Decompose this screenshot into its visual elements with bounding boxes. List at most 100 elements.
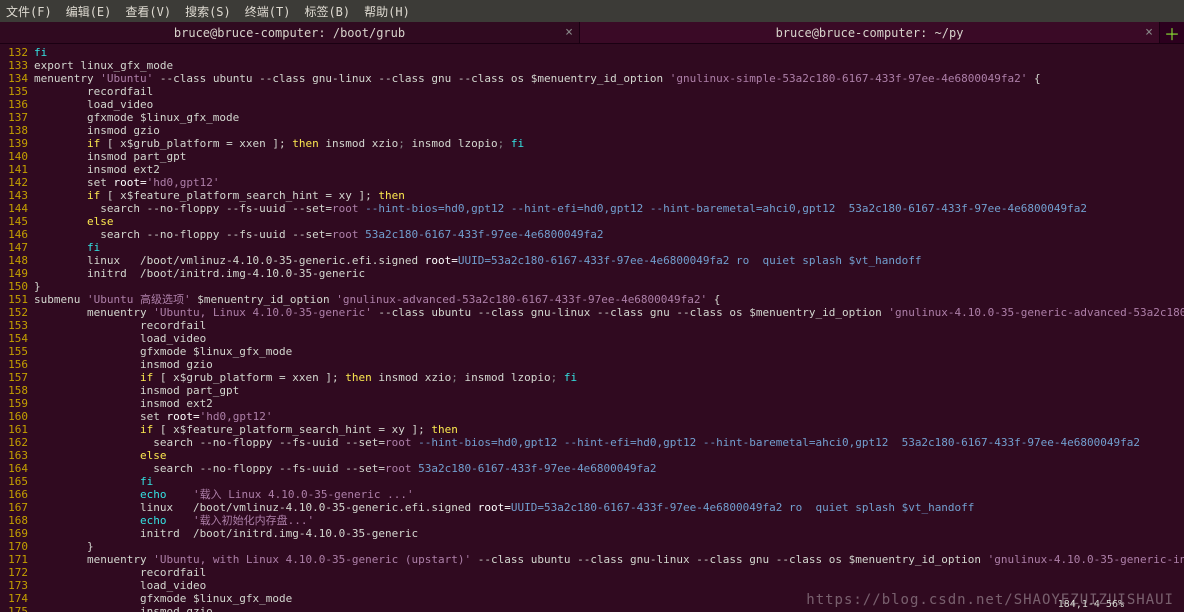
code-line: 163 else <box>0 449 1180 462</box>
code-line: 169 initrd /boot/initrd.img-4.10.0-35-ge… <box>0 527 1180 540</box>
tab-title: bruce@bruce-computer: /boot/grub <box>174 26 405 40</box>
line-number: 135 <box>0 85 28 98</box>
code-line: 134menuentry 'Ubuntu' --class ubuntu --c… <box>0 72 1180 85</box>
line-number: 133 <box>0 59 28 72</box>
watermark: https://blog.csdn.net/SHAOYEZUIZUISHAUI <box>806 592 1174 608</box>
menu-item[interactable]: 搜索(S) <box>185 3 231 20</box>
code-line: 145 else <box>0 215 1180 228</box>
line-number: 170 <box>0 540 28 553</box>
close-icon[interactable]: × <box>1145 25 1153 40</box>
tabbar: bruce@bruce-computer: /boot/grub×bruce@b… <box>0 22 1184 44</box>
code-line: 147 fi <box>0 241 1180 254</box>
code-line: 150} <box>0 280 1180 293</box>
menu-item[interactable]: 帮助(H) <box>364 3 410 20</box>
line-number: 156 <box>0 358 28 371</box>
code-line: 137 gfxmode $linux_gfx_mode <box>0 111 1180 124</box>
terminal-tab[interactable]: bruce@bruce-computer: ~/py × <box>580 22 1160 43</box>
code-line: 146 search --no-floppy --fs-uuid --set=r… <box>0 228 1180 241</box>
code-line: 149 initrd /boot/initrd.img-4.10.0-35-ge… <box>0 267 1180 280</box>
code-line: 141 insmod ext2 <box>0 163 1180 176</box>
code-line: 138 insmod gzio <box>0 124 1180 137</box>
code-line: 157 if [ x$grub_platform = xxen ]; then … <box>0 371 1180 384</box>
line-number: 144 <box>0 202 28 215</box>
line-number: 164 <box>0 462 28 475</box>
code-line: 144 search --no-floppy --fs-uuid --set=r… <box>0 202 1180 215</box>
code-line: 165 fi <box>0 475 1180 488</box>
menu-item[interactable]: 终端(T) <box>245 3 291 20</box>
line-number: 171 <box>0 553 28 566</box>
code-line: 156 insmod gzio <box>0 358 1180 371</box>
line-number: 162 <box>0 436 28 449</box>
line-number: 150 <box>0 280 28 293</box>
code-line: 152 menuentry 'Ubuntu, Linux 4.10.0-35-g… <box>0 306 1180 319</box>
code-line: 153 recordfail <box>0 319 1180 332</box>
code-line: 166 echo '载入 Linux 4.10.0-35-generic ...… <box>0 488 1180 501</box>
code-line: 168 echo '载入初始化内存盘...' <box>0 514 1180 527</box>
code-line: 140 insmod part_gpt <box>0 150 1180 163</box>
line-number: 160 <box>0 410 28 423</box>
terminal-area[interactable]: 132fi133export linux_gfx_mode134menuentr… <box>0 44 1184 612</box>
line-number: 147 <box>0 241 28 254</box>
line-number: 136 <box>0 98 28 111</box>
line-number: 140 <box>0 150 28 163</box>
line-number: 163 <box>0 449 28 462</box>
code-line: 155 gfxmode $linux_gfx_mode <box>0 345 1180 358</box>
line-number: 175 <box>0 605 28 612</box>
line-number: 155 <box>0 345 28 358</box>
code-line: 158 insmod part_gpt <box>0 384 1180 397</box>
code-line: 136 load_video <box>0 98 1180 111</box>
line-number: 139 <box>0 137 28 150</box>
code-line: 162 search --no-floppy --fs-uuid --set=r… <box>0 436 1180 449</box>
line-number: 145 <box>0 215 28 228</box>
code-line: 151submenu 'Ubuntu 高级选项' $menuentry_id_o… <box>0 293 1180 306</box>
line-number: 153 <box>0 319 28 332</box>
code-line: 170 } <box>0 540 1180 553</box>
code-line: 143 if [ x$feature_platform_search_hint … <box>0 189 1180 202</box>
menu-item[interactable]: 标签(B) <box>304 3 350 20</box>
line-number: 149 <box>0 267 28 280</box>
menubar[interactable]: 文件(F) 编辑(E) 查看(V) 搜索(S) 终端(T) 标签(B) 帮助(H) <box>0 0 1184 22</box>
code-line: 161 if [ x$feature_platform_search_hint … <box>0 423 1180 436</box>
code-line: 148 linux /boot/vmlinuz-4.10.0-35-generi… <box>0 254 1180 267</box>
line-number: 157 <box>0 371 28 384</box>
code-line: 142 set root='hd0,gpt12' <box>0 176 1180 189</box>
add-tab-button[interactable]: ＋ <box>1160 22 1184 43</box>
line-number: 132 <box>0 46 28 59</box>
code-line: 139 if [ x$grub_platform = xxen ]; then … <box>0 137 1180 150</box>
line-number: 134 <box>0 72 28 85</box>
line-number: 158 <box>0 384 28 397</box>
menu-item[interactable]: 文件(F) <box>6 3 52 20</box>
code-line: 167 linux /boot/vmlinuz-4.10.0-35-generi… <box>0 501 1180 514</box>
line-number: 159 <box>0 397 28 410</box>
line-number: 173 <box>0 579 28 592</box>
line-number: 167 <box>0 501 28 514</box>
code-line: 133export linux_gfx_mode <box>0 59 1180 72</box>
line-number: 146 <box>0 228 28 241</box>
menu-item[interactable]: 查看(V) <box>125 3 171 20</box>
tab-title: bruce@bruce-computer: ~/py <box>776 26 964 40</box>
line-number: 174 <box>0 592 28 605</box>
line-number: 161 <box>0 423 28 436</box>
line-number: 143 <box>0 189 28 202</box>
code-line: 164 search --no-floppy --fs-uuid --set=r… <box>0 462 1180 475</box>
line-number: 142 <box>0 176 28 189</box>
line-number: 151 <box>0 293 28 306</box>
code-line: 135 recordfail <box>0 85 1180 98</box>
code-line: 171 menuentry 'Ubuntu, with Linux 4.10.0… <box>0 553 1180 566</box>
code-line: 154 load_video <box>0 332 1180 345</box>
code-line: 173 load_video <box>0 579 1180 592</box>
line-number: 152 <box>0 306 28 319</box>
terminal-tab[interactable]: bruce@bruce-computer: /boot/grub × <box>0 22 580 43</box>
line-number: 165 <box>0 475 28 488</box>
code-line: 172 recordfail <box>0 566 1180 579</box>
line-number: 148 <box>0 254 28 267</box>
line-number: 138 <box>0 124 28 137</box>
line-number: 154 <box>0 332 28 345</box>
line-number: 169 <box>0 527 28 540</box>
line-number: 141 <box>0 163 28 176</box>
menu-item[interactable]: 编辑(E) <box>66 3 112 20</box>
line-number: 172 <box>0 566 28 579</box>
code-line: 159 insmod ext2 <box>0 397 1180 410</box>
close-icon[interactable]: × <box>565 25 573 40</box>
line-number: 168 <box>0 514 28 527</box>
